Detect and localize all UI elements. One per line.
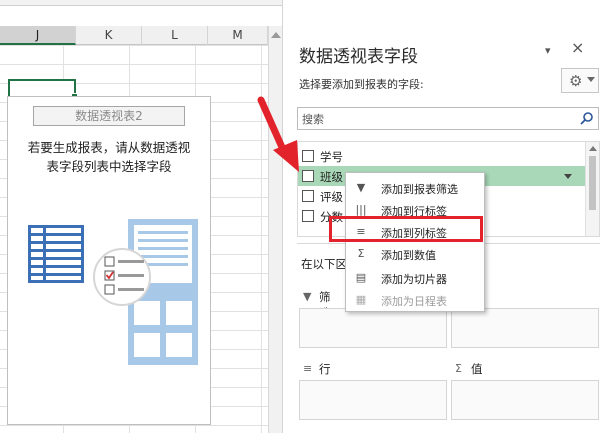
pivot-table-instructions: 若要生成报表，请从数据透视 表字段列表中选择字段	[14, 138, 204, 176]
menu-item-add-as-slicer[interactable]: ▤ 添加为切片器	[346, 267, 484, 289]
field-list-settings-button[interactable]: ⚙	[561, 68, 599, 93]
columns-drop-zone[interactable]	[451, 308, 599, 348]
spreadsheet-area: J K L M 数据透视表2 若要生成报表，请从数据透视 表字段列表中选择字段	[0, 0, 282, 433]
gear-icon: ⚙	[569, 72, 583, 90]
instruction-line-2: 表字段列表中选择字段	[46, 159, 172, 174]
scroll-up-arrow-icon[interactable]	[271, 32, 281, 38]
scroll-up-arrow-icon[interactable]	[589, 146, 597, 151]
column-header-k[interactable]: K	[76, 26, 142, 45]
column-headers: J K L M	[0, 26, 268, 45]
menu-item-add-as-timeline: ▦ 添加为日程表	[346, 289, 484, 311]
field-checkbox[interactable]	[302, 190, 314, 202]
chevron-down-icon	[587, 77, 595, 82]
field-checkbox[interactable]	[302, 210, 314, 222]
pivot-illustration-icon	[28, 219, 198, 365]
menu-item-label: 添加为日程表	[381, 295, 447, 308]
close-icon[interactable]: ×	[571, 38, 584, 57]
field-search-input[interactable]: 搜索	[297, 107, 599, 130]
timeline-icon: ▦	[355, 293, 367, 306]
field-label: 班级	[320, 170, 343, 184]
menu-item-label: 添加到数值	[381, 249, 436, 262]
filter-icon: ▼	[356, 181, 366, 194]
instruction-line-1: 若要生成报表，请从数据透视	[27, 140, 191, 155]
sum-icon: Σ	[455, 362, 462, 375]
values-area[interactable]: Σ 值	[449, 358, 600, 428]
search-placeholder: 搜索	[302, 113, 324, 126]
rows-drop-zone[interactable]	[299, 380, 447, 420]
annotation-arrow-icon	[257, 96, 299, 172]
formula-bar-edge	[0, 0, 282, 6]
field-label: 评级	[320, 190, 343, 204]
filter-icon: ▼	[303, 290, 312, 303]
field-label: 学号	[320, 150, 343, 164]
sum-icon: Σ	[357, 247, 365, 260]
values-drop-zone[interactable]	[451, 380, 599, 420]
field-dropdown-icon[interactable]	[564, 174, 572, 179]
areas-instruction-label: 在以下区	[301, 257, 347, 271]
pivot-table-name: 数据透视表2	[33, 106, 185, 126]
field-row-student-id[interactable]: 学号	[298, 146, 586, 166]
pane-options-dropdown-icon[interactable]: ▾	[545, 44, 551, 57]
row-labels-icon: |||	[355, 203, 367, 216]
menu-item-add-to-report-filter[interactable]: ▼ 添加到报表筛选	[346, 177, 484, 199]
rows-area[interactable]: ≡ 行	[297, 358, 449, 428]
menu-item-add-to-values[interactable]: Σ 添加到数值	[346, 243, 484, 265]
filters-drop-zone[interactable]	[299, 308, 447, 348]
pane-title: 数据透视表字段	[299, 47, 418, 67]
scrollbar-thumb[interactable]	[589, 156, 596, 210]
slicer-icon: ▤	[355, 271, 367, 284]
field-list-scrollbar[interactable]	[585, 142, 599, 236]
sheet-vertical-scrollbar[interactable]	[268, 26, 282, 433]
pivot-table-placeholder[interactable]: 数据透视表2 若要生成报表，请从数据透视 表字段列表中选择字段	[7, 96, 211, 425]
rows-icon: ≡	[303, 362, 313, 375]
column-header-j[interactable]: J	[0, 26, 76, 45]
menu-item-label: 添加为切片器	[381, 273, 447, 286]
values-area-label: 值	[471, 362, 483, 376]
column-header-m[interactable]: M	[208, 26, 268, 45]
rows-area-label: 行	[319, 362, 331, 376]
menu-item-label: 添加到报表筛选	[381, 183, 458, 196]
column-header-l[interactable]: L	[142, 26, 208, 45]
pane-subtitle: 选择要添加到报表的字段:	[299, 78, 424, 91]
annotation-highlight-box	[329, 216, 483, 242]
field-context-menu: ▼ 添加到报表筛选 ||| 添加到行标签 ≡ 添加到列标签 Σ 添加到数值 ▤ …	[345, 172, 485, 312]
search-icon[interactable]	[579, 111, 594, 126]
